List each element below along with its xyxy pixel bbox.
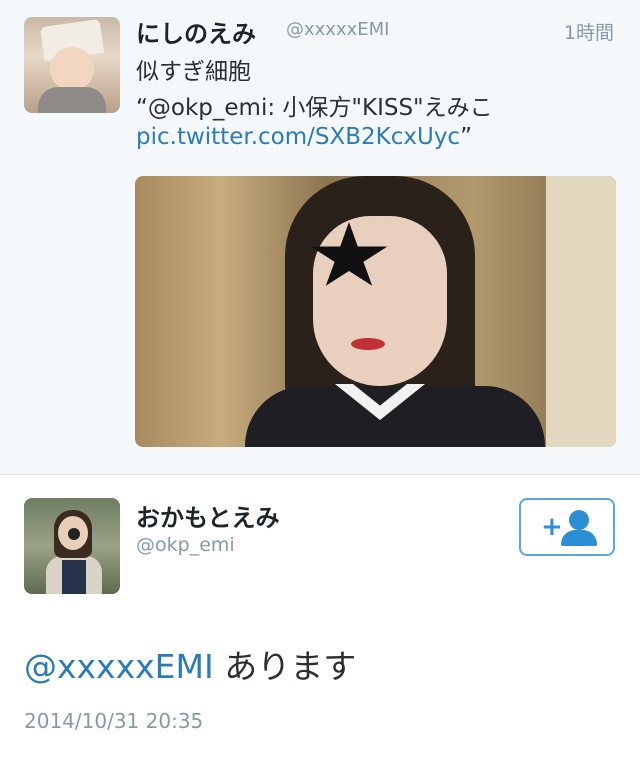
author-name[interactable]: にしのえみ (136, 14, 256, 49)
tweet-time: 1時間 (563, 22, 614, 44)
quoted-tweet-card[interactable]: にしのえみ @xxxxxEMI 1時間 似すぎ細胞 “@okp_emi: 小保方… (0, 0, 640, 475)
photo-lips (351, 338, 385, 350)
avatar-shirt (62, 560, 86, 594)
avatar-face (50, 47, 94, 91)
reply-body: あります (213, 647, 357, 686)
tweet-photo[interactable] (135, 176, 616, 447)
avatar-body (38, 87, 106, 113)
person-icon-body (561, 530, 597, 546)
reply-timestamp: 2014/10/31 20:35 (24, 709, 204, 733)
tweet-text-line: 似すぎ細胞 (136, 59, 251, 85)
photo-face (313, 216, 447, 386)
plus-icon: + (541, 512, 563, 542)
avatar[interactable] (24, 17, 120, 113)
photo-background-door (546, 176, 616, 447)
mention-link[interactable]: @xxxxxEMI (24, 647, 214, 686)
reply-avatar[interactable] (24, 498, 120, 594)
avatar-eye (68, 528, 80, 540)
reply-author-name[interactable]: おかもとえみ (136, 498, 280, 533)
reply-author-handle[interactable]: @okp_emi (136, 534, 235, 556)
reply-text: @xxxxxEMI あります (24, 640, 356, 688)
follow-button[interactable]: + (519, 498, 615, 556)
closing-quote: ” (460, 124, 472, 150)
person-icon-head (569, 510, 589, 530)
photo-link[interactable]: pic.twitter.com/SXB2KcxUyc (136, 124, 460, 150)
tweet-text-line: “@okp_emi: 小保方"KISS"えみこ (136, 95, 493, 121)
author-handle[interactable]: @xxxxxEMI (286, 19, 389, 40)
tweet-text-line: pic.twitter.com/SXB2KcxUyc” (136, 124, 472, 150)
